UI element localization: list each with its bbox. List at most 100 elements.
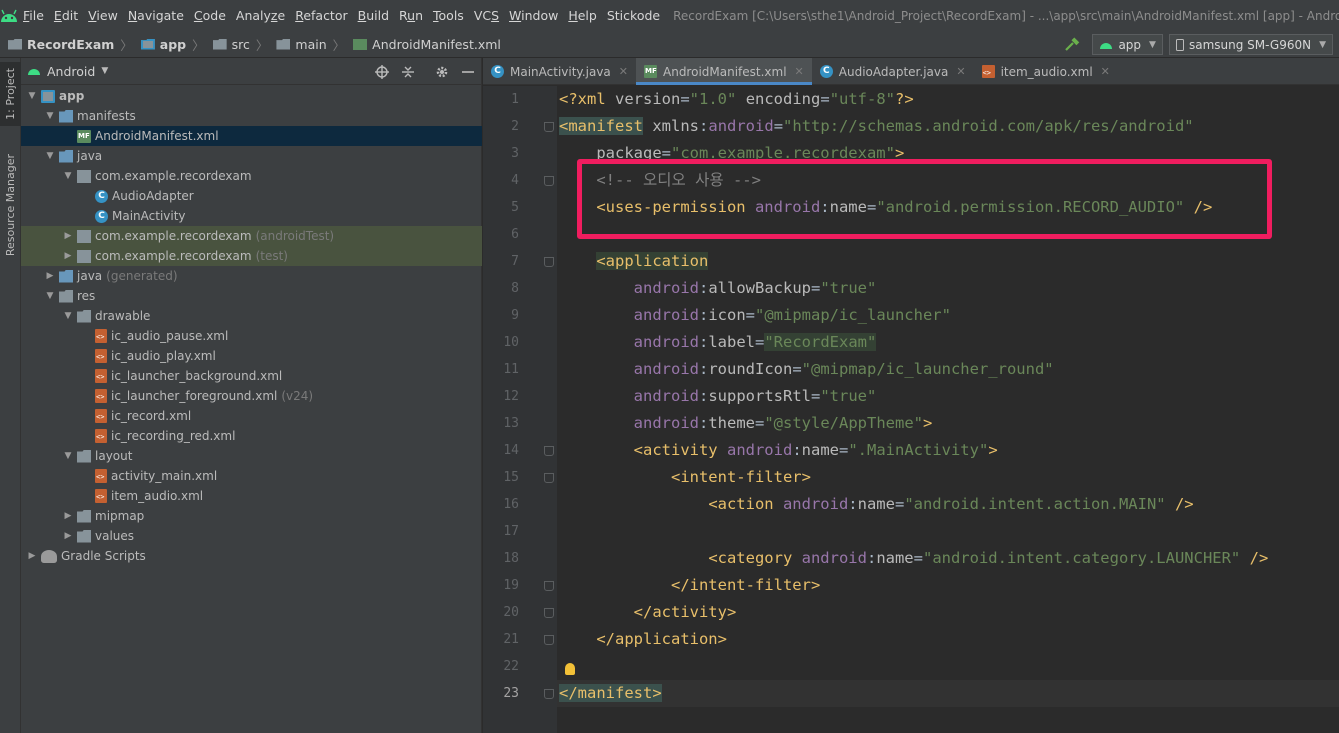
resource-manager-tool-tab[interactable]: Resource Manager <box>0 150 21 260</box>
tree-item[interactable]: ▶ic_recording_red.xml <box>21 426 482 446</box>
code-line[interactable]: </application> <box>557 626 1339 653</box>
collapse-arrow-icon[interactable]: ▶ <box>43 271 57 281</box>
tree-item[interactable]: ▶ic_audio_play.xml <box>21 346 482 366</box>
chevron-down-icon[interactable]: ▼ <box>101 66 108 76</box>
menu-help[interactable]: Help <box>563 0 602 31</box>
code-line[interactable]: <?xml version="1.0" encoding="utf-8"?> <box>557 86 1339 113</box>
tree-item[interactable]: ▼ com.example.recordexam <box>21 166 482 186</box>
close-icon[interactable]: ✕ <box>619 65 628 78</box>
editor-tab[interactable]: C MainActivity.java ✕ <box>483 58 636 85</box>
build-hammer-icon[interactable] <box>1064 36 1080 53</box>
device-select[interactable]: samsung SM-G960N ▼ <box>1168 34 1333 55</box>
tree-item[interactable]: ▶ com.example.recordexam (test) <box>21 246 482 266</box>
run-configuration-select[interactable]: app ▼ <box>1092 34 1163 55</box>
expand-arrow-icon[interactable]: ▼ <box>61 451 75 461</box>
tree-item[interactable]: ▶ic_launcher_foreground.xml(v24) <box>21 386 482 406</box>
fold-marker-icon[interactable] <box>544 689 554 699</box>
code-line[interactable]: android:allowBackup="true" <box>557 275 1339 302</box>
project-tool-tab[interactable]: 1: Project <box>0 62 21 126</box>
code-line[interactable]: package="com.example.recordexam"> <box>557 140 1339 167</box>
breadcrumb-item[interactable]: app 〉 <box>133 35 205 54</box>
code-line[interactable]: </manifest> <box>557 680 1339 707</box>
menu-vcs[interactable]: VCS <box>469 0 504 31</box>
fold-marker-icon[interactable] <box>544 473 554 483</box>
tree-item[interactable]: ▼ app <box>21 86 482 106</box>
menu-run[interactable]: Run <box>394 0 428 31</box>
fold-marker-icon[interactable] <box>544 635 554 645</box>
code-editor[interactable]: 1 2 3 4 5 6 7 8 9 10 11 12 13 14 15 16 17 18 19 20 21 22 23 <?… <box>483 86 1339 733</box>
project-view-select[interactable]: Android <box>47 64 95 79</box>
tree-item[interactable]: ▶CAudioAdapter <box>21 186 482 206</box>
tree-item[interactable]: ▶ic_audio_pause.xml <box>21 326 482 346</box>
minimize-icon[interactable] <box>461 65 475 79</box>
code-line[interactable]: </activity> <box>557 599 1339 626</box>
expand-arrow-icon[interactable]: ▼ <box>61 311 75 321</box>
menu-window[interactable]: Window <box>504 0 563 31</box>
code-line[interactable] <box>557 518 1339 545</box>
code-line[interactable]: </intent-filter> <box>557 572 1339 599</box>
menu-view[interactable]: View <box>83 0 123 31</box>
breadcrumb-item[interactable]: src 〉 <box>205 35 268 54</box>
menu-refactor[interactable]: Refactor <box>290 0 352 31</box>
code-line[interactable]: android:supportsRtl="true" <box>557 383 1339 410</box>
menu-tools[interactable]: Tools <box>428 0 469 31</box>
tree-item[interactable]: ▶ java (generated) <box>21 266 482 286</box>
fold-marker-icon[interactable] <box>544 257 554 267</box>
tree-item[interactable]: ▼ java <box>21 146 482 166</box>
tree-item[interactable]: ▶CMainActivity <box>21 206 482 226</box>
tree-item[interactable]: ▶ic_launcher_background.xml <box>21 366 482 386</box>
editor-tab[interactable]: C AudioAdapter.java ✕ <box>812 58 974 85</box>
gear-icon[interactable] <box>435 65 449 79</box>
tree-item[interactable]: ▼ drawable <box>21 306 482 326</box>
code-line[interactable]: <activity android:name=".MainActivity"> <box>557 437 1339 464</box>
tree-item[interactable]: ▶item_audio.xml <box>21 486 482 506</box>
code-line[interactable]: <!-- 오디오 사용 --> <box>557 167 1339 194</box>
lightbulb-intention-icon[interactable] <box>565 663 575 675</box>
expand-arrow-icon[interactable]: ▼ <box>61 171 75 181</box>
collapse-arrow-icon[interactable]: ▶ <box>61 251 75 261</box>
locate-target-icon[interactable] <box>375 64 389 79</box>
breadcrumb-item[interactable]: RecordExam 〉 <box>0 35 133 54</box>
menu-file[interactable]: File <box>18 0 49 31</box>
fold-marker-icon[interactable] <box>544 122 554 132</box>
fold-marker-icon[interactable] <box>544 176 554 186</box>
code-line[interactable]: <manifest xmlns:android="http://schemas.… <box>557 113 1339 140</box>
tree-item[interactable]: ▼ layout <box>21 446 482 466</box>
tree-item[interactable]: ▶AndroidManifest.xml <box>21 126 482 146</box>
expand-arrow-icon[interactable]: ▼ <box>43 111 57 121</box>
code-line[interactable]: android:theme="@style/AppTheme"> <box>557 410 1339 437</box>
tree-item[interactable]: ▼ manifests <box>21 106 482 126</box>
code-line[interactable]: android:roundIcon="@mipmap/ic_launcher_r… <box>557 356 1339 383</box>
tree-item[interactable]: ▶ mipmap <box>21 506 482 526</box>
breadcrumb-item[interactable]: main 〉 <box>268 35 345 54</box>
menu-edit[interactable]: Edit <box>49 0 83 31</box>
close-icon[interactable]: ✕ <box>956 65 965 78</box>
menu-build[interactable]: Build <box>353 0 394 31</box>
code-line[interactable]: <uses-permission android:name="android.p… <box>557 194 1339 221</box>
collapse-arrow-icon[interactable]: ▶ <box>61 531 75 541</box>
expand-arrow-icon[interactable]: ▼ <box>43 151 57 161</box>
code-line[interactable]: <application <box>557 248 1339 275</box>
expand-arrow-icon[interactable]: ▼ <box>25 91 39 101</box>
tree-item[interactable]: ▶ values <box>21 526 482 546</box>
code-line[interactable]: <action android:name="android.intent.act… <box>557 491 1339 518</box>
close-icon[interactable]: ✕ <box>795 65 804 78</box>
tree-item[interactable]: ▶ic_record.xml <box>21 406 482 426</box>
fold-marker-icon[interactable] <box>544 608 554 618</box>
menu-analyze[interactable]: Analyze <box>231 0 290 31</box>
editor-tab[interactable]: item_audio.xml ✕ <box>974 58 1118 85</box>
menu-code[interactable]: Code <box>189 0 231 31</box>
breadcrumb-item[interactable]: AndroidManifest.xml <box>345 37 501 52</box>
code-line[interactable] <box>557 221 1339 248</box>
collapse-arrow-icon[interactable]: ▶ <box>61 511 75 521</box>
close-icon[interactable]: ✕ <box>1101 65 1110 78</box>
tree-item[interactable]: ▶activity_main.xml <box>21 466 482 486</box>
collapse-arrow-icon[interactable]: ▶ <box>25 551 39 561</box>
fold-marker-icon[interactable] <box>544 446 554 456</box>
code-line[interactable]: android:icon="@mipmap/ic_launcher" <box>557 302 1339 329</box>
code-line[interactable]: android:label="RecordExam" <box>557 329 1339 356</box>
fold-marker-icon[interactable] <box>544 581 554 591</box>
menu-navigate[interactable]: Navigate <box>123 0 189 31</box>
code-line[interactable]: <intent-filter> <box>557 464 1339 491</box>
editor-tab[interactable]: AndroidManifest.xml ✕ <box>636 58 812 85</box>
